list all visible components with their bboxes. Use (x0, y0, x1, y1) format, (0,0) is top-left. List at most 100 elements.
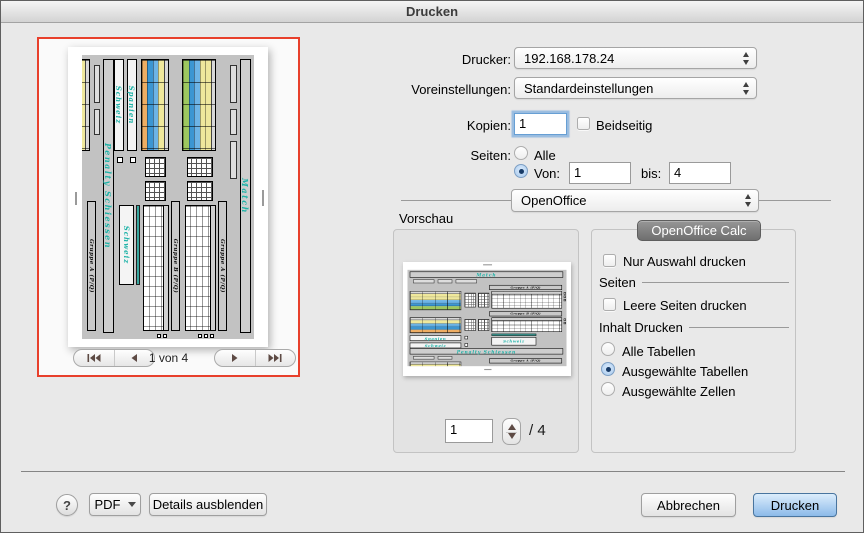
print-dialog: Drucken Match Gruppe A (P/Q) Gruppe B (P… (0, 0, 864, 533)
pages-group-label: Seiten (599, 275, 636, 290)
penalty-title-bar: Penalty Schiessen (410, 348, 563, 354)
copies-input[interactable]: 1 (514, 113, 567, 135)
pages-label: Seiten: (311, 148, 511, 163)
page-footer-text (484, 369, 491, 370)
content-group-label: Inhalt Drucken (599, 320, 683, 335)
match-title-bar: Match (240, 59, 251, 333)
copies-label: Kopien: (311, 118, 511, 133)
match-title-bar: Match (410, 272, 563, 278)
calc-panel-tab: OpenOffice Calc (637, 220, 761, 241)
print-selection-checkbox[interactable] (603, 254, 616, 267)
group-b-pairings-table (141, 59, 169, 151)
group-b-header: Gruppe B (P/Q) (489, 311, 562, 316)
penalty-title: Penalty Schiessen (104, 143, 114, 249)
preview-navigation: 1 von 4 (39, 349, 298, 371)
pdf-menu-button[interactable]: PDF (89, 493, 141, 516)
nav-forward-segment (214, 349, 296, 367)
hide-details-button[interactable]: Details ausblenden (149, 493, 267, 516)
meta-fields-2 (413, 356, 486, 359)
next-page-icon (229, 352, 241, 364)
score-box-2 (117, 157, 123, 163)
last-page-button[interactable] (255, 350, 296, 366)
group-a-score-grid-2 (478, 293, 489, 308)
print-empty-pages-checkbox[interactable] (603, 298, 616, 311)
pages-from-input[interactable]: 1 (569, 162, 631, 184)
pdf-button-label: PDF (95, 497, 121, 512)
pages-all-label: Alle (534, 148, 556, 163)
twosided-label: Beidseitig (596, 118, 652, 133)
winner-strip (136, 205, 140, 285)
print-button[interactable]: Drucken (753, 493, 837, 517)
divider-right (759, 200, 831, 201)
divider-left (401, 200, 511, 201)
group-a-side-markers (564, 292, 566, 301)
page-header-text (483, 264, 492, 265)
selected-tables-radio[interactable] (601, 362, 615, 376)
preview-page-input[interactable]: 1 (445, 419, 493, 443)
pages-all-radio[interactable] (514, 146, 528, 160)
winner-box: Schweiz (491, 337, 536, 345)
page-footer-text (75, 192, 77, 205)
penalty-pairings-table (82, 59, 90, 151)
popup-arrows-icon (743, 82, 749, 95)
group-a-header: Gruppe A (P/Q) (218, 201, 227, 331)
group-b-standings-table (143, 205, 169, 331)
group-a-score-grid-1 (187, 157, 213, 177)
group-a-header-2: Gruppe A (P/Q) (87, 201, 96, 331)
group-b-score-grid-1 (465, 319, 476, 331)
selected-cells-label: Ausgewählte Zellen (622, 384, 735, 399)
group-b-score-grid-1 (145, 157, 166, 177)
print-page-preview: Match Gruppe A (P/Q) Gruppe B (P/Q) Span… (403, 262, 571, 374)
dialog-title: Drucken (406, 4, 458, 19)
print-empty-pages-label: Leere Seiten drucken (623, 298, 747, 313)
printer-popup-value: 192.168.178.24 (524, 51, 614, 66)
presets-label: Voreinstellungen: (311, 82, 511, 97)
penalty-pairings-table (410, 362, 462, 366)
group-a-pairings-table (182, 59, 216, 151)
group-b-score-grid-2 (145, 181, 166, 201)
group-a-score-grid-1 (465, 293, 476, 308)
match-title: Match (241, 178, 251, 214)
pages-from-label: Von: (534, 166, 560, 181)
presets-popup[interactable]: Standardeinstellungen (514, 77, 757, 99)
group-b-standings-table (491, 317, 562, 332)
print-page-preview: Match Gruppe A (P/Q) Gruppe B (P/Q) Span… (68, 47, 268, 347)
next-page-button[interactable] (215, 350, 255, 366)
group-b-pairings-table (410, 317, 462, 333)
group-b-score-grid-2 (478, 319, 489, 331)
page-preview-frame: Match Gruppe A (P/Q) Gruppe B (P/Q) Span… (37, 37, 300, 377)
preview-panel: Match Gruppe A (P/Q) Gruppe B (P/Q) Span… (393, 229, 579, 453)
preview-page-stepper[interactable] (502, 418, 521, 445)
penalty-title: Penalty Schiessen (457, 349, 516, 355)
sheet-content-area: Match Gruppe A (P/Q) Gruppe B (P/Q) Span… (407, 270, 566, 366)
group-a-standings-table (491, 291, 562, 308)
group-a-header-2: Gruppe A (P/Q) (489, 358, 562, 363)
title-bar: Drucken (1, 1, 863, 23)
pages-from-radio[interactable] (514, 164, 528, 178)
group-a-header: Gruppe A (P/Q) (489, 285, 562, 290)
all-tables-radio[interactable] (601, 342, 615, 356)
app-options-popup[interactable]: OpenOffice (511, 189, 759, 212)
winner-strip (491, 334, 536, 336)
help-button[interactable]: ? (56, 494, 78, 516)
printer-popup[interactable]: 192.168.178.24 (514, 47, 757, 69)
score-box-2 (465, 343, 468, 346)
pdf-caret-icon (128, 502, 136, 507)
popup-arrows-icon (745, 194, 751, 207)
group-b-header: Gruppe B (P/Q) (171, 201, 180, 331)
cancel-button[interactable]: Abbrechen (641, 493, 736, 517)
twosided-checkbox[interactable] (577, 117, 590, 130)
group-b-side-markers (157, 334, 167, 338)
sheet-content-area: Match Gruppe A (P/Q) Gruppe B (P/Q) Span… (82, 55, 254, 339)
page-thumbnail: Match Gruppe A (P/Q) Gruppe B (P/Q) Span… (68, 47, 268, 347)
app-options-value: OpenOffice (521, 193, 587, 208)
print-selection-label: Nur Auswahl drucken (623, 254, 746, 269)
score-box-1 (465, 336, 468, 339)
group-a-standings-table (185, 205, 216, 331)
pages-to-input[interactable]: 4 (669, 162, 731, 184)
popup-arrows-icon (743, 52, 749, 65)
pages-group-header: Seiten (599, 275, 789, 290)
group-a-score-grid-2 (187, 181, 213, 201)
selected-cells-radio[interactable] (601, 382, 615, 396)
schweiz-label-bar: Schweiz (114, 59, 124, 151)
